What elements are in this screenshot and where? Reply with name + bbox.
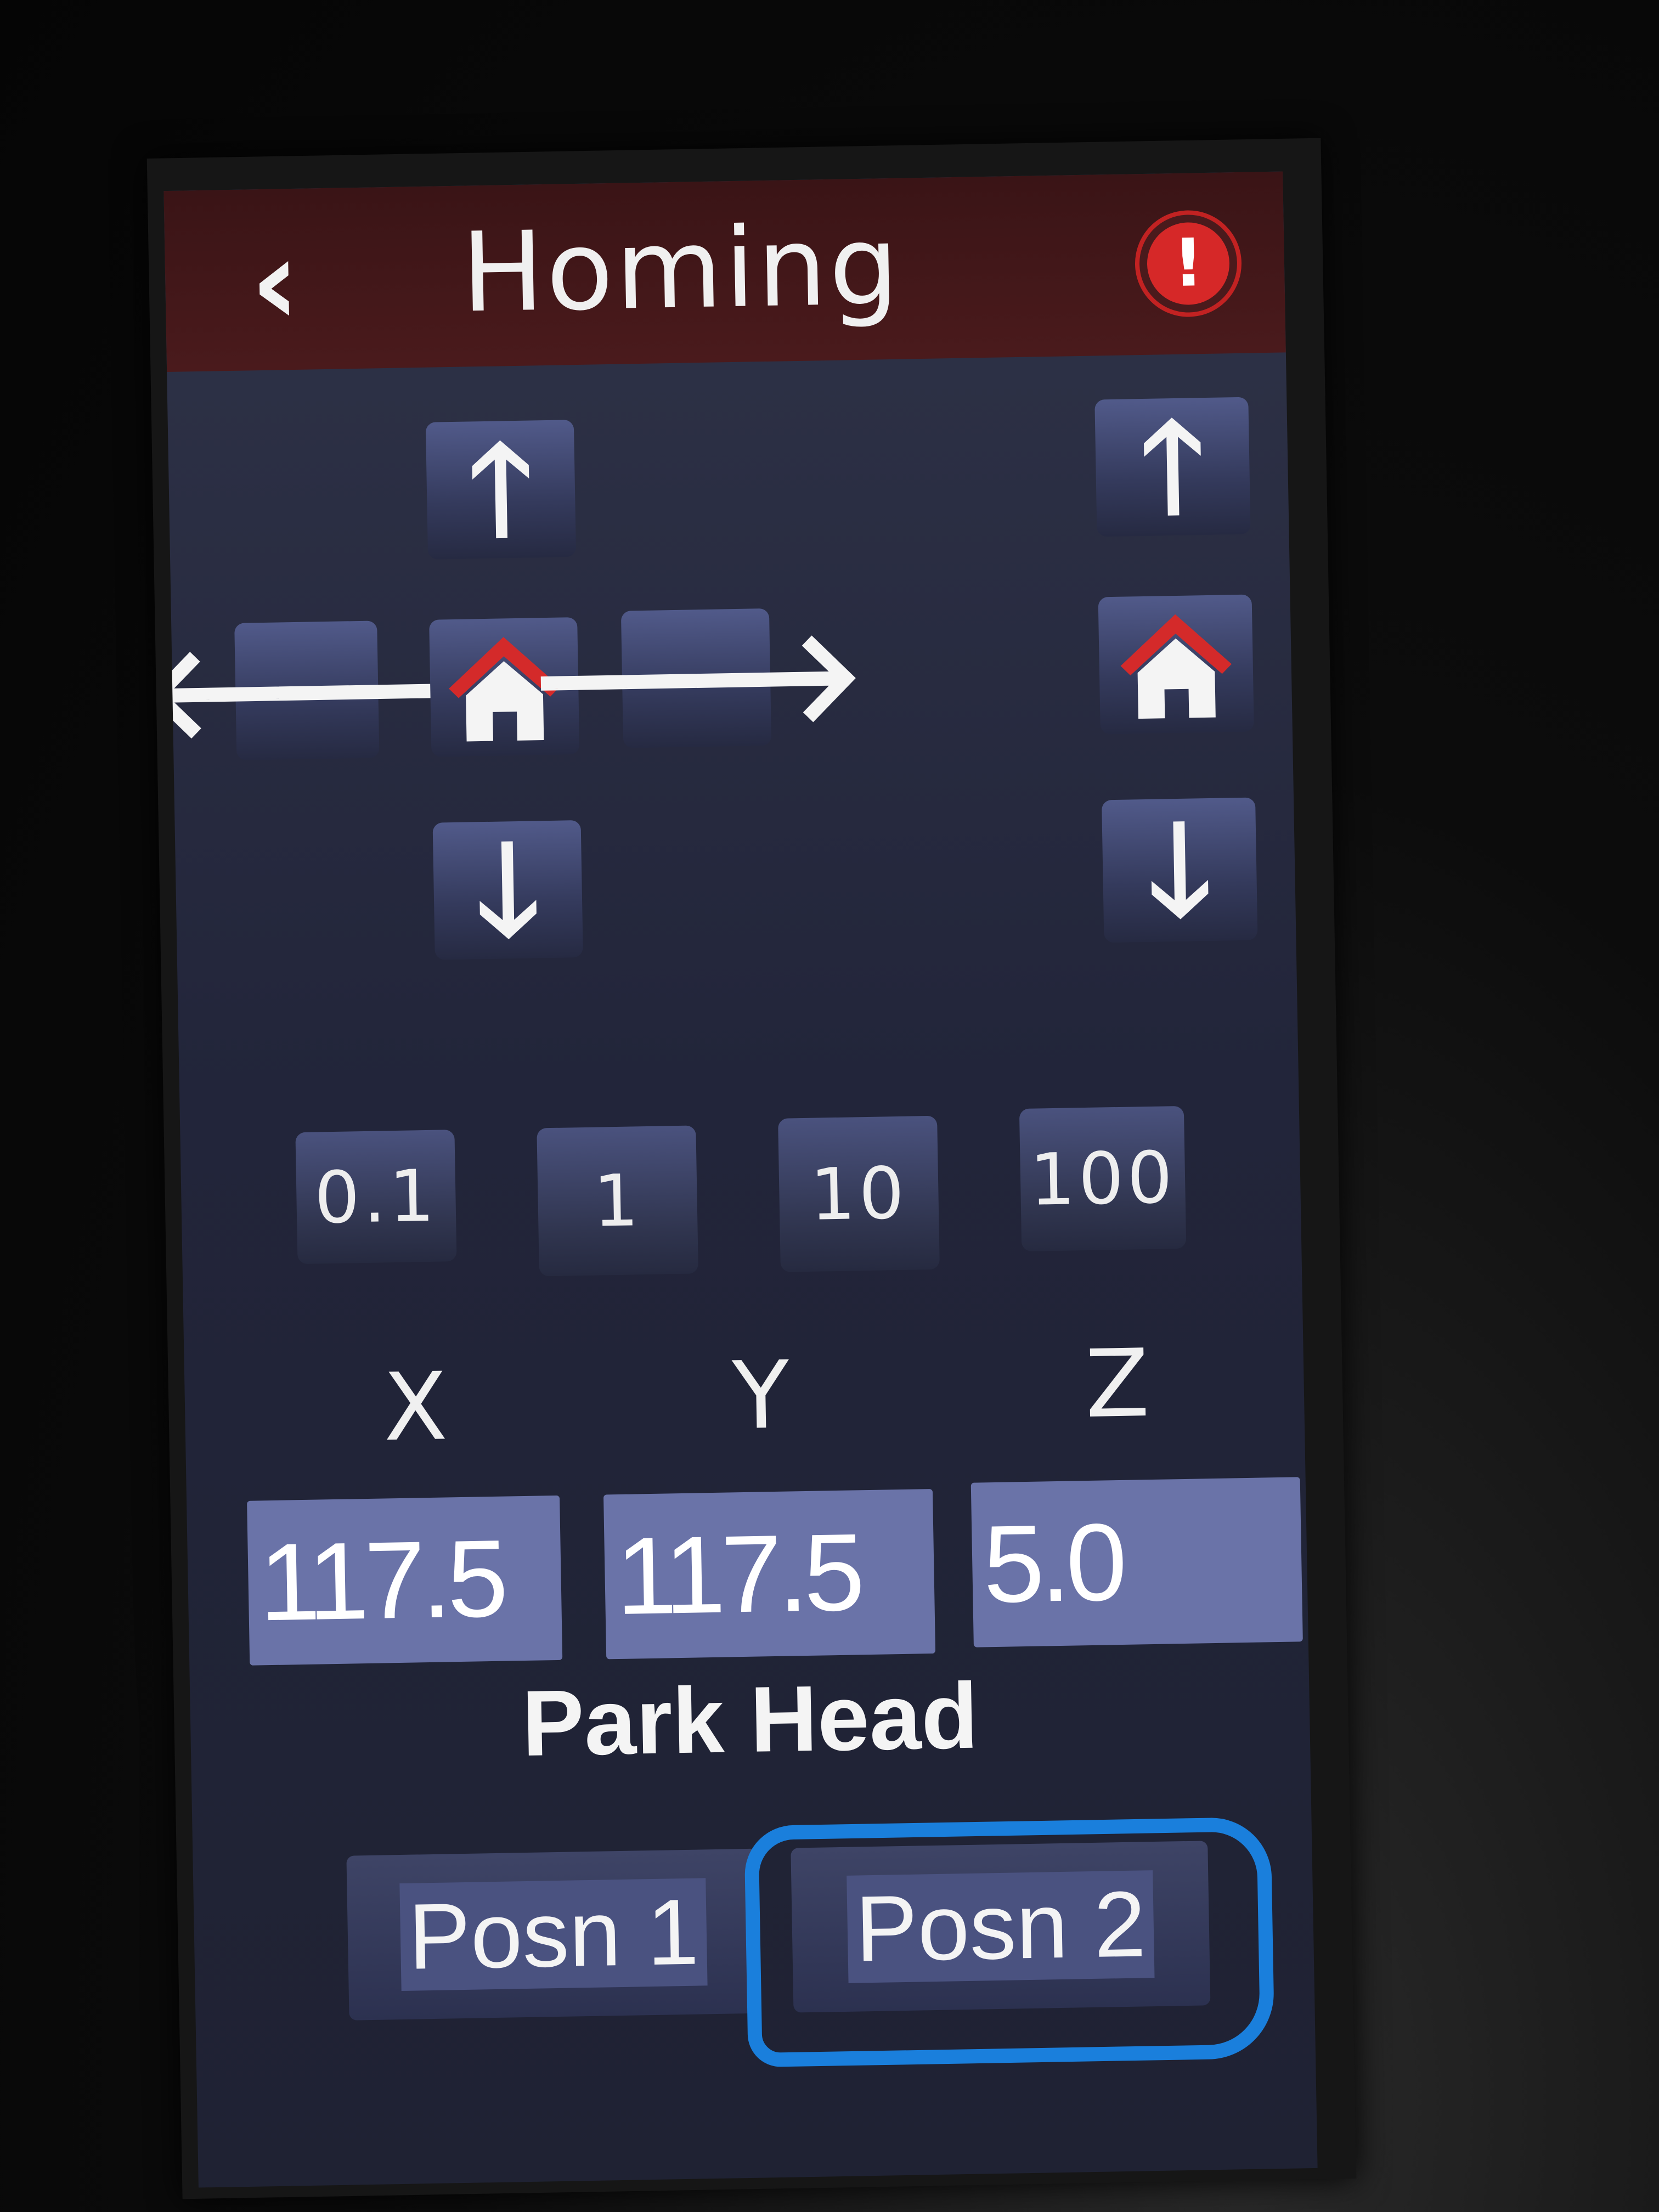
arrow-down-icon: 🡓 xyxy=(473,816,542,964)
home-z-button[interactable] xyxy=(1098,594,1254,735)
park-position-1-button[interactable]: Posn 1 xyxy=(346,1848,761,2021)
y-position-field[interactable]: 117.5 xyxy=(603,1488,936,1660)
jog-x-minus-button[interactable]: 🡐 xyxy=(163,614,477,766)
highlight-annotation xyxy=(744,1816,1275,2068)
x-position-field[interactable]: 117.5 xyxy=(247,1495,563,1666)
posn-label: Posn 1 xyxy=(399,1878,708,1991)
jog-z-minus-button[interactable]: 🡓 xyxy=(1102,795,1258,944)
alert-button[interactable]: ! xyxy=(1124,208,1252,320)
chevron-left-icon: ‹ xyxy=(249,211,301,353)
step-label: 10 xyxy=(809,1151,909,1237)
page-title: Homing xyxy=(460,201,902,337)
z-position-field[interactable]: 5.0 xyxy=(970,1477,1303,1647)
step-1-button[interactable]: 1 xyxy=(537,1125,698,1277)
arrow-down-icon: 🡓 xyxy=(1146,795,1214,944)
park-head-label: Park Head xyxy=(521,1663,979,1776)
alert-icon: ! xyxy=(1146,222,1231,306)
arrow-right-icon: 🡒 xyxy=(526,601,867,754)
jog-x-plus-button[interactable]: 🡒 xyxy=(526,602,866,754)
arrow-up-icon: 🡑 xyxy=(1138,393,1207,541)
axis-label-x: X xyxy=(382,1352,449,1463)
jog-y-minus-button[interactable]: 🡓 xyxy=(432,816,583,964)
step-100-button[interactable]: 100 xyxy=(1019,1105,1187,1252)
step-10-button[interactable]: 10 xyxy=(778,1115,940,1272)
arrow-up-icon: 🡑 xyxy=(466,415,535,563)
step-label: 100 xyxy=(1029,1136,1177,1222)
back-button[interactable]: ‹ xyxy=(224,211,325,353)
step-label: 1 xyxy=(592,1159,643,1243)
home-icon xyxy=(1120,614,1232,719)
jog-y-plus-button[interactable]: 🡑 xyxy=(425,415,577,563)
title-bar: ‹ Homing ! xyxy=(163,171,1286,373)
step-label: 0.1 xyxy=(313,1154,439,1240)
axis-label-y: Y xyxy=(731,1341,791,1451)
jog-z-plus-button[interactable]: 🡑 xyxy=(1094,393,1251,541)
axis-label-z: Z xyxy=(1084,1329,1150,1440)
step-0-1-button[interactable]: 0.1 xyxy=(295,1130,457,1265)
